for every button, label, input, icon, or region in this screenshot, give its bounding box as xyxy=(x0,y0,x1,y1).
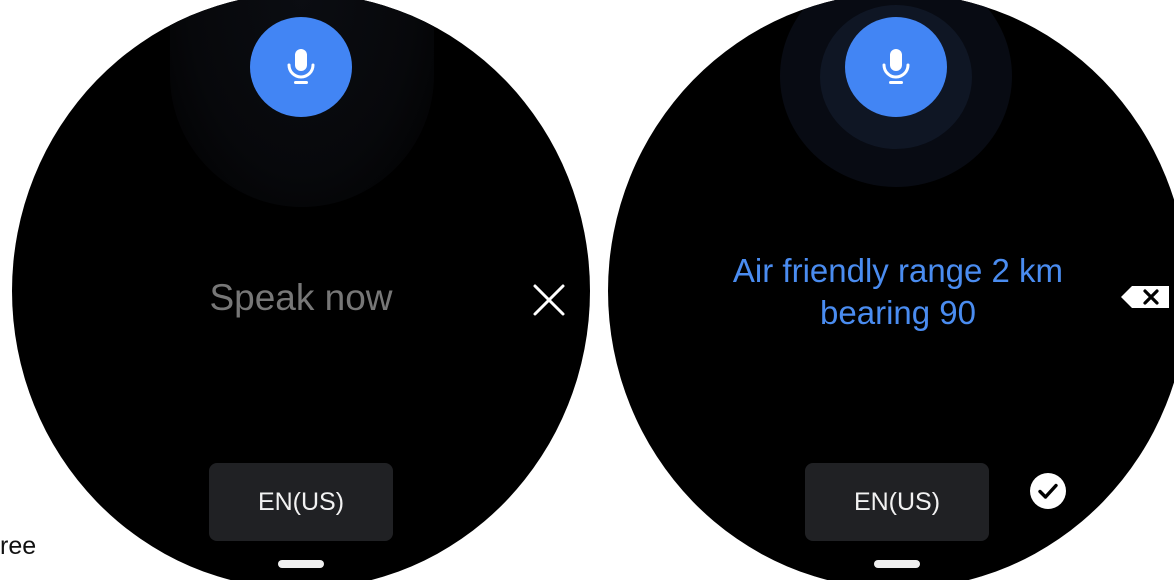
language-button[interactable]: EN(US) xyxy=(209,463,393,541)
language-button[interactable]: EN(US) xyxy=(805,463,989,541)
speak-now-prompt: Speak now xyxy=(209,277,393,318)
backspace-icon[interactable] xyxy=(1120,285,1170,309)
transcription-line-1: Air friendly range 2 km xyxy=(732,252,1064,289)
check-icon[interactable] xyxy=(1029,472,1067,510)
screenshot-stage: Speak now EN(US) Air friendly range 2 km… xyxy=(0,0,1174,580)
microphone-icon xyxy=(882,49,910,84)
microphone-icon xyxy=(287,49,315,84)
mic-button[interactable] xyxy=(250,17,352,117)
transcription-result: Air friendly range 2 km bearing 90 xyxy=(668,250,1128,334)
transcription-line-2: bearing 90 xyxy=(820,294,976,331)
home-indicator[interactable] xyxy=(278,560,324,568)
home-indicator[interactable] xyxy=(874,560,920,568)
cropped-caption-fragment: ree xyxy=(0,532,37,560)
watch-screen-result: Air friendly range 2 km bearing 90 EN(US… xyxy=(608,0,1174,580)
close-icon[interactable] xyxy=(531,282,567,318)
mic-button[interactable] xyxy=(845,17,947,117)
watch-screen-listening: Speak now EN(US) xyxy=(12,0,590,580)
